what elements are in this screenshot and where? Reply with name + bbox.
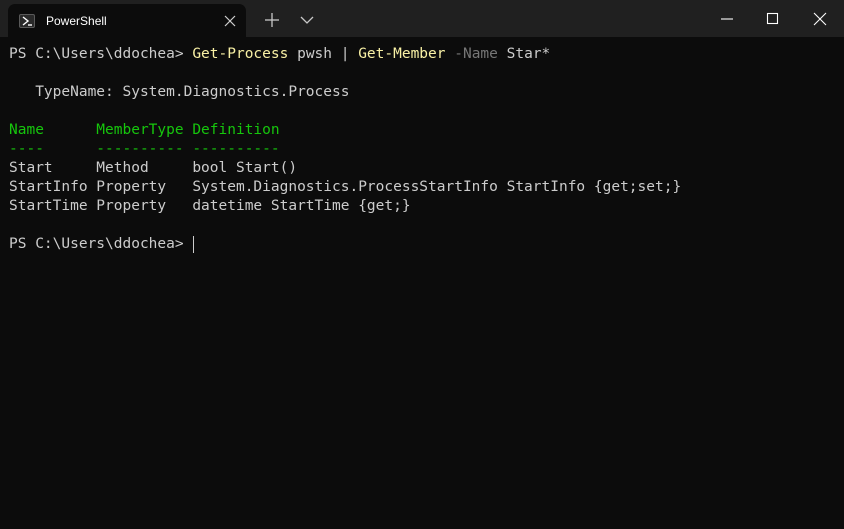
table-row: Start Method bool Start() — [9, 160, 298, 176]
command-get-process: Get-Process — [192, 46, 289, 62]
command-get-member: Get-Member — [358, 46, 446, 62]
parameter-value: Star* — [497, 46, 551, 62]
terminal-output[interactable]: PS C:\Users\ddochea> Get-Process pwsh | … — [0, 37, 844, 529]
command-args: pwsh | — [288, 46, 359, 62]
prompt-line: PS C:\Users\ddochea> — [9, 235, 195, 254]
title-bar[interactable]: PowerShell — [0, 0, 844, 37]
table-row: StartInfo Property System.Diagnostics.Pr… — [9, 179, 682, 195]
powershell-icon — [19, 14, 35, 28]
prompt: PS C:\Users\ddochea> — [9, 236, 193, 252]
close-icon[interactable] — [805, 5, 835, 33]
minimize-icon[interactable] — [712, 5, 742, 33]
terminal-window: PowerShell PS C:\Users\ddochea> Get-Proc… — [0, 0, 844, 529]
parameter-name: -Name — [445, 46, 498, 62]
typename-line: TypeName: System.Diagnostics.Process — [9, 84, 350, 100]
table-row: StartTime Property datetime StartTime {g… — [9, 198, 411, 214]
command-line: PS C:\Users\ddochea> Get-Process pwsh | … — [9, 45, 550, 64]
text-cursor — [193, 235, 195, 253]
table-header: Name MemberType Definition — [9, 122, 280, 138]
tab-title: PowerShell — [46, 14, 107, 28]
table-separator: ---- ---------- ---------- — [9, 141, 280, 157]
maximize-icon[interactable] — [758, 5, 788, 33]
chevron-down-icon[interactable] — [299, 12, 315, 28]
tab-powershell[interactable]: PowerShell — [8, 4, 246, 37]
plus-icon[interactable] — [263, 11, 281, 29]
tab-close-icon[interactable] — [222, 13, 238, 29]
prompt: PS C:\Users\ddochea> — [9, 46, 193, 62]
